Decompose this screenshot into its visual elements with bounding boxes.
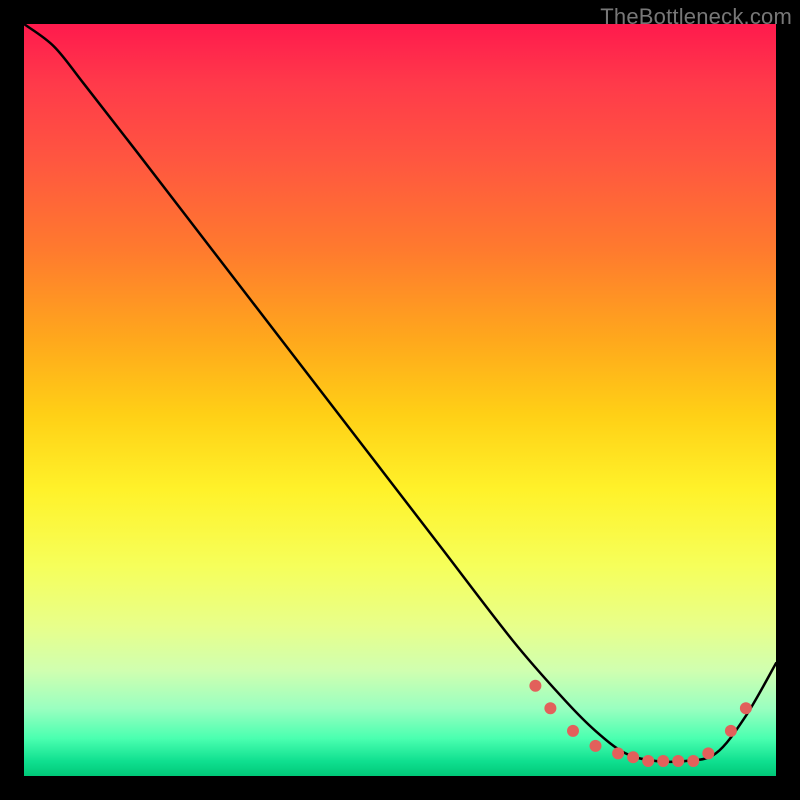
chart-stage: TheBottleneck.com [0,0,800,800]
curve-svg [24,24,776,776]
highlight-dot [657,755,669,767]
highlight-dot [702,747,714,759]
highlight-dot [642,755,654,767]
highlight-dot [687,755,699,767]
highlight-dot [725,725,737,737]
highlight-dot [567,725,579,737]
highlight-dot [544,702,556,714]
highlight-dot [627,751,639,763]
highlight-dot [529,680,541,692]
highlight-dot [590,740,602,752]
highlight-dot [740,702,752,714]
highlight-dots [529,680,752,767]
bottleneck-curve [24,24,776,762]
plot-area [24,24,776,776]
highlight-dot [612,747,624,759]
highlight-dot [672,755,684,767]
